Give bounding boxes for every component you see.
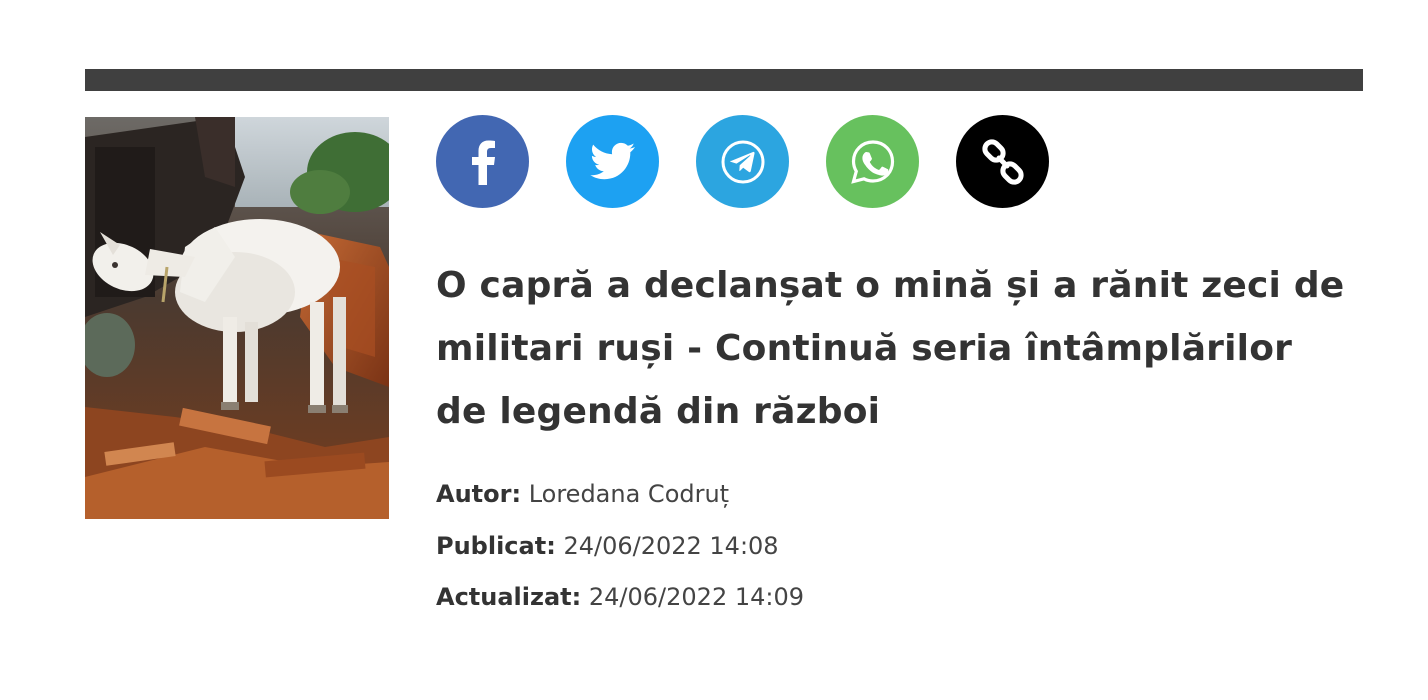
- published-line: Publicat: 24/06/2022 14:08: [436, 531, 1136, 561]
- twitter-share-button[interactable]: [566, 115, 659, 208]
- published-date: 24/06/2022 14:08: [563, 532, 779, 560]
- author-line: Autor: Loredana Codruț: [436, 479, 1136, 509]
- whatsapp-share-button[interactable]: [826, 115, 919, 208]
- updated-line: Actualizat: 24/06/2022 14:09: [436, 582, 1136, 612]
- updated-label: Actualizat:: [436, 583, 582, 611]
- telegram-icon: [721, 140, 764, 183]
- facebook-icon: [471, 140, 495, 185]
- goat-photo: [85, 117, 389, 519]
- link-icon: [981, 138, 1024, 185]
- share-buttons: [436, 115, 1049, 208]
- top-divider-bar: [85, 69, 1363, 91]
- author-label: Autor:: [436, 480, 522, 508]
- article-headline[interactable]: O capră a declanșat o mină și a rănit ze…: [436, 254, 1346, 443]
- whatsapp-icon: [850, 139, 894, 184]
- author-name: Loredana Codruț: [528, 480, 730, 508]
- article-thumbnail[interactable]: [85, 117, 389, 519]
- copy-link-button[interactable]: [956, 115, 1049, 208]
- twitter-icon: [589, 142, 635, 179]
- published-label: Publicat:: [436, 532, 556, 560]
- updated-date: 24/06/2022 14:09: [588, 583, 805, 611]
- telegram-share-button[interactable]: [696, 115, 789, 208]
- facebook-share-button[interactable]: [436, 115, 529, 208]
